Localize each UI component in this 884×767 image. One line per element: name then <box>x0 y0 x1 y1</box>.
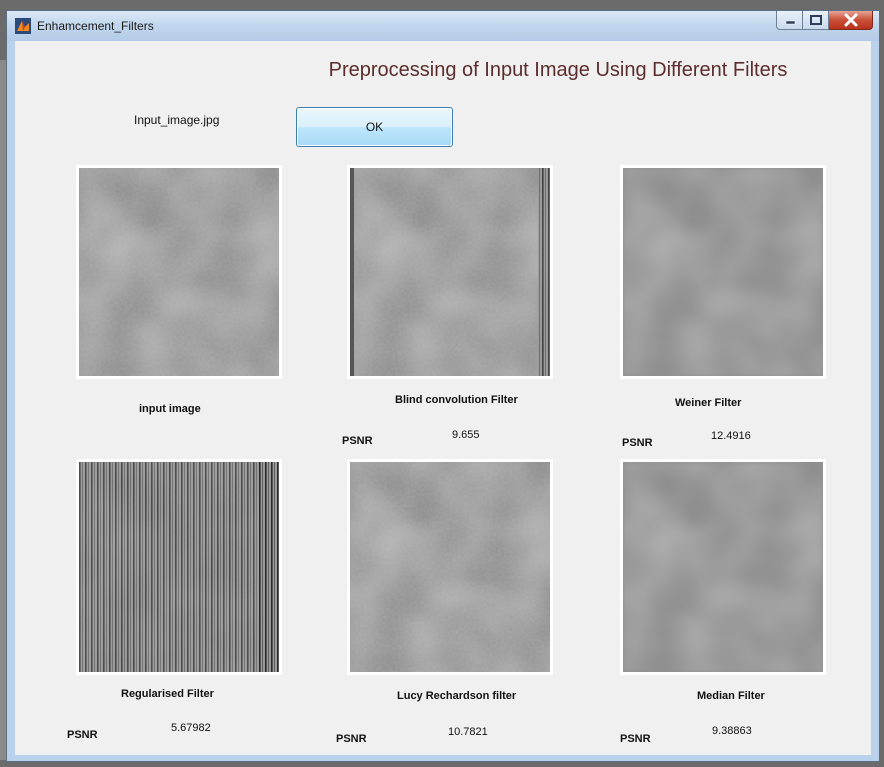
blind-convolution-caption: Blind convolution Filter <box>395 394 518 406</box>
weiner-psnr-label: PSNR <box>622 437 653 449</box>
figure-area: Preprocessing of Input Image Using Diffe… <box>15 41 871 755</box>
lucy-psnr-value: 10.7821 <box>448 726 488 738</box>
weiner-caption: Weiner Filter <box>675 397 742 409</box>
blind-psnr-label: PSNR <box>342 435 373 447</box>
input-image-caption: input image <box>139 403 201 415</box>
lucy-richardson-image <box>347 459 553 675</box>
minimize-button[interactable] <box>776 11 803 30</box>
input-image <box>76 165 282 379</box>
window-title: Enhamcement_Filters <box>37 19 154 33</box>
regularised-psnr-value: 5.67982 <box>171 722 211 734</box>
page-title: Preprocessing of Input Image Using Diffe… <box>328 59 788 81</box>
minimize-icon <box>785 20 796 25</box>
regularised-psnr-label: PSNR <box>67 729 98 741</box>
blind-psnr-value: 9.655 <box>452 429 480 441</box>
weiner-psnr-value: 12.4916 <box>711 430 751 442</box>
regularised-caption: Regularised Filter <box>121 688 214 700</box>
close-button[interactable] <box>829 11 873 30</box>
median-image <box>620 459 826 675</box>
lucy-psnr-label: PSNR <box>336 733 367 745</box>
app-window: Enhamcement_Filters Preprocessing of Inp… <box>6 10 880 762</box>
median-psnr-value: 9.38863 <box>712 725 752 737</box>
median-psnr-label: PSNR <box>620 733 651 745</box>
ok-button[interactable]: OK <box>296 107 453 147</box>
title-bar[interactable]: Enhamcement_Filters <box>7 11 879 41</box>
weiner-image <box>620 165 826 379</box>
regularised-image <box>76 459 282 675</box>
median-caption: Median Filter <box>697 690 765 702</box>
blind-convolution-image <box>347 165 553 379</box>
file-name-label: Input_image.jpg <box>134 113 220 127</box>
maximize-icon <box>810 15 822 25</box>
matlab-icon <box>15 18 31 34</box>
maximize-button[interactable] <box>803 11 829 30</box>
close-icon <box>844 13 858 27</box>
lucy-richardson-caption: Lucy Rechardson filter <box>397 690 517 702</box>
